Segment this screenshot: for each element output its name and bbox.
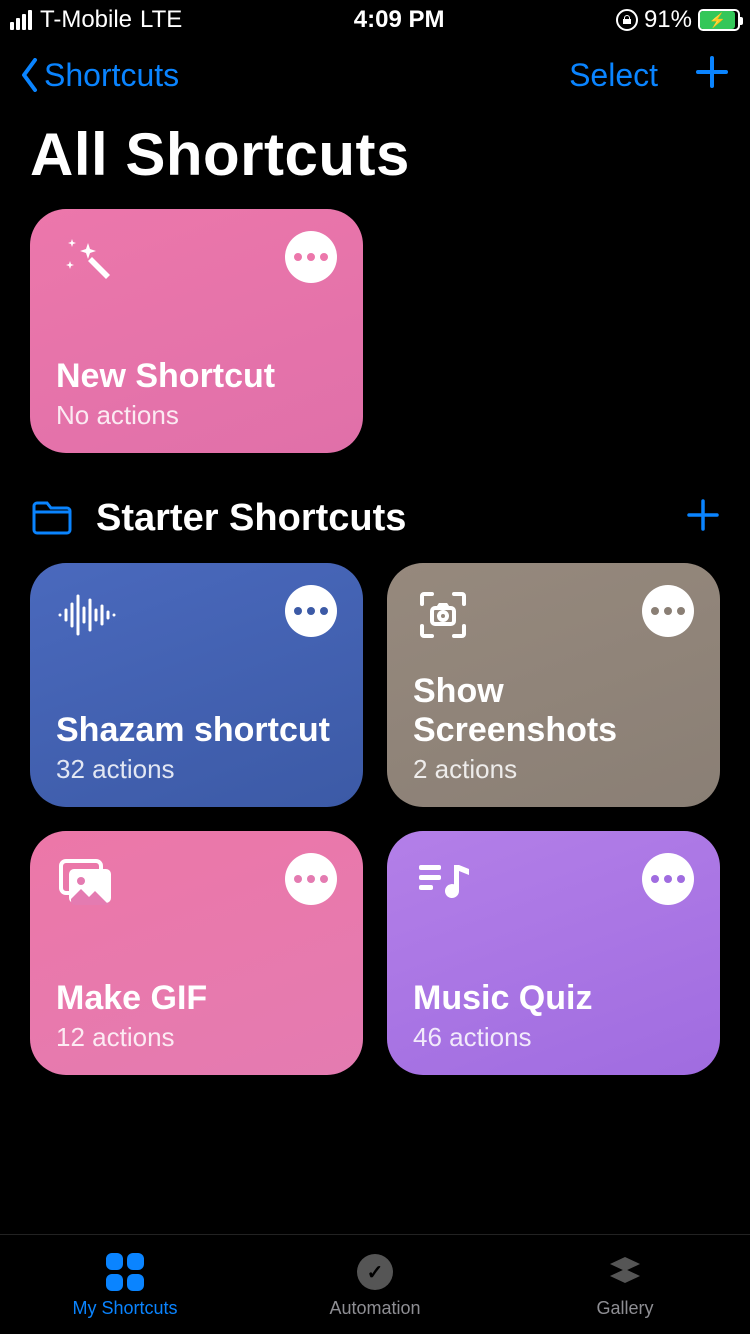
- add-shortcut-button[interactable]: [694, 51, 730, 99]
- viewfinder-camera-icon: [413, 585, 473, 645]
- card-title: Show Screenshots: [413, 672, 694, 750]
- card-subtitle: 2 actions: [413, 754, 694, 785]
- carrier-label: T-Mobile: [40, 6, 132, 34]
- tab-bar: My Shortcuts Automation Gallery: [0, 1234, 750, 1334]
- automation-icon: [353, 1250, 397, 1294]
- music-list-icon: [413, 853, 473, 913]
- select-button[interactable]: Select: [569, 57, 658, 94]
- status-left: T-Mobile LTE: [10, 6, 182, 34]
- folder-icon: [30, 500, 74, 536]
- card-title: Music Quiz: [413, 979, 694, 1018]
- section-header: Starter Shortcuts: [0, 453, 750, 563]
- card-title: Make GIF: [56, 979, 337, 1018]
- status-bar: T-Mobile LTE 4:09 PM 91% ⚡: [0, 0, 750, 40]
- back-label: Shortcuts: [44, 57, 179, 94]
- signal-icon: [10, 10, 32, 30]
- photos-stack-icon: [56, 853, 116, 913]
- card-more-button[interactable]: [642, 853, 694, 905]
- card-title: Shazam shortcut: [56, 711, 337, 750]
- shortcut-card-shazam[interactable]: Shazam shortcut 32 actions: [30, 563, 363, 807]
- card-more-button[interactable]: [285, 853, 337, 905]
- tab-gallery[interactable]: Gallery: [500, 1235, 750, 1334]
- tab-label: Gallery: [596, 1298, 653, 1319]
- battery-pct: 91%: [644, 6, 692, 34]
- back-button[interactable]: Shortcuts: [20, 57, 179, 94]
- orientation-lock-icon: [616, 9, 638, 31]
- waveform-icon: [56, 585, 116, 645]
- shortcut-card-screenshots[interactable]: Show Screenshots 2 actions: [387, 563, 720, 807]
- wand-icon: [56, 231, 116, 291]
- battery-icon: ⚡: [698, 9, 740, 31]
- card-subtitle: 32 actions: [56, 754, 337, 785]
- shortcut-card-musicquiz[interactable]: Music Quiz 46 actions: [387, 831, 720, 1075]
- card-more-button[interactable]: [285, 585, 337, 637]
- tab-automation[interactable]: Automation: [250, 1235, 500, 1334]
- tab-label: My Shortcuts: [72, 1298, 177, 1319]
- card-subtitle: 46 actions: [413, 1022, 694, 1053]
- card-more-button[interactable]: [642, 585, 694, 637]
- status-right: 91% ⚡: [616, 6, 740, 34]
- status-time: 4:09 PM: [354, 6, 445, 34]
- nav-bar: Shortcuts Select: [0, 40, 750, 110]
- card-subtitle: 12 actions: [56, 1022, 337, 1053]
- card-subtitle: No actions: [56, 400, 337, 431]
- chevron-left-icon: [20, 58, 40, 92]
- grid-icon: [103, 1250, 147, 1294]
- section-add-button[interactable]: [686, 493, 720, 543]
- tab-my-shortcuts[interactable]: My Shortcuts: [0, 1235, 250, 1334]
- section-title: Starter Shortcuts: [96, 497, 406, 540]
- network-label: LTE: [140, 6, 182, 34]
- tab-label: Automation: [329, 1298, 420, 1319]
- shortcut-card-new[interactable]: New Shortcut No actions: [30, 209, 363, 453]
- card-more-button[interactable]: [285, 231, 337, 283]
- card-title: New Shortcut: [56, 357, 337, 396]
- gallery-icon: [603, 1250, 647, 1294]
- page-title: All Shortcuts: [0, 110, 750, 209]
- shortcut-card-makegif[interactable]: Make GIF 12 actions: [30, 831, 363, 1075]
- charging-icon: ⚡: [709, 13, 726, 27]
